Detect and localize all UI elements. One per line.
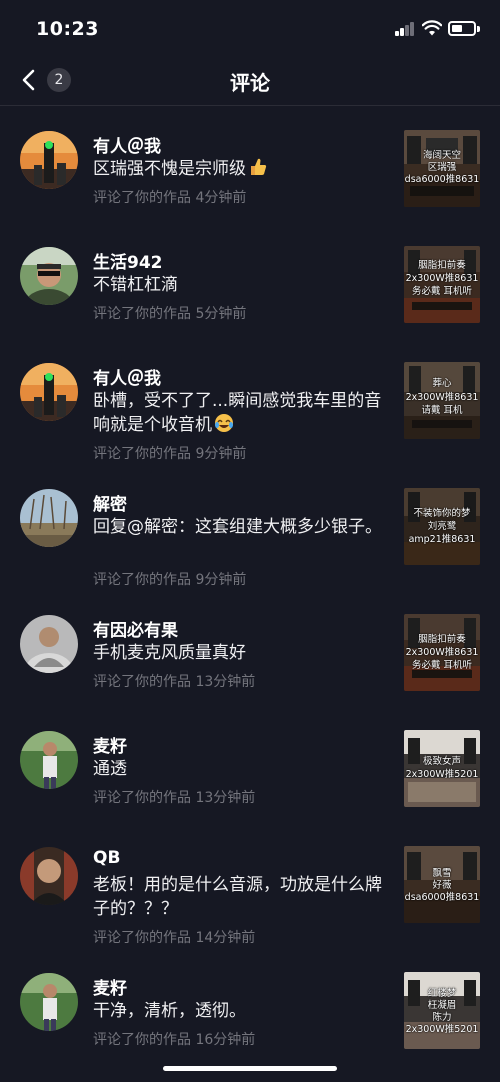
thumb-caption: 陈力 xyxy=(432,1012,452,1023)
commenter-name[interactable]: 有因必有果 xyxy=(93,616,178,641)
comment-item[interactable]: 生活942 不错杠杠滴 评论了你的作品 5分钟前 胭脂扣前奏 2x300W推86… xyxy=(0,240,500,358)
thumb-caption: 红楼梦 xyxy=(427,988,457,999)
laughing-crying-emoji-icon xyxy=(215,414,233,432)
comment-text: 回复@解密：这套组建大概多少银子。 xyxy=(93,517,382,537)
commenter-name[interactable]: 解密 xyxy=(93,490,127,515)
avatar[interactable] xyxy=(20,973,78,1031)
comment-meta: 评论了你的作品 4分钟前 xyxy=(93,190,247,206)
comment-text: 不错杠杠滴 xyxy=(93,275,178,295)
thumb-caption: 胭脂扣前奏 xyxy=(418,260,466,271)
avatar[interactable] xyxy=(20,731,78,789)
battery-icon xyxy=(448,21,480,36)
video-thumbnail[interactable]: 海阔天空 区瑞强 dsa6000推8631 xyxy=(404,130,480,207)
thumb-caption: 胭脂扣前奏 xyxy=(418,634,466,645)
nav-bar: 2 评论 xyxy=(0,60,500,106)
thumb-caption: 2x300W推8631 xyxy=(405,273,479,284)
thumb-caption: 2x300W推8631 xyxy=(405,647,479,658)
comments-screen: 10:23 2 评论 有人＠我 区瑞强不愧是宗师级 评论了你的作品 4分钟前 海… xyxy=(0,0,500,1082)
avatar[interactable] xyxy=(20,615,78,673)
thumb-caption: 区瑞强 xyxy=(427,162,457,173)
comment-meta: 评论了你的作品 9分钟前 xyxy=(93,572,247,588)
avatar[interactable] xyxy=(20,847,78,905)
home-indicator[interactable] xyxy=(163,1066,337,1071)
comment-text: 老板！用的是什么音源，功放是什么牌子的？？？ xyxy=(93,875,382,919)
thumb-caption: amp21推8631 xyxy=(408,534,476,545)
commenter-name[interactable]: 麦籽 xyxy=(93,732,127,757)
comment-item[interactable]: 麦籽 干净，清析，透彻。 评论了你的作品 16分钟前 红楼梦 枉凝眉 陈力 2x… xyxy=(0,966,500,1082)
video-thumbnail[interactable]: 极致女声 2x300W推5201 xyxy=(404,730,480,807)
thumb-caption: 好薇 xyxy=(432,880,452,891)
avatar[interactable] xyxy=(20,363,78,421)
comment-item[interactable]: 麦籽 通透 评论了你的作品 13分钟前 极致女声 2x300W推5201 xyxy=(0,724,500,842)
comment-item[interactable]: 解密 回复@解密：这套组建大概多少银子。 评论了你的作品 9分钟前 不装饰你的梦… xyxy=(0,482,500,600)
avatar[interactable] xyxy=(20,131,78,189)
comment-item[interactable]: QB 老板！用的是什么音源，功放是什么牌子的？？？ 评论了你的作品 14分钟前 … xyxy=(0,840,500,958)
comment-meta: 评论了你的作品 9分钟前 xyxy=(93,446,247,462)
comment-item[interactable]: 有人＠我 区瑞强不愧是宗师级 评论了你的作品 4分钟前 海阔天空 区瑞强 dsa… xyxy=(0,124,500,242)
commenter-name[interactable]: 生活942 xyxy=(93,248,163,273)
commenter-name[interactable]: QB xyxy=(93,848,120,868)
comment-text-body: 卧槽，受不了了...瞬间感觉我车里的音响就是个收音机 xyxy=(93,391,382,435)
cellular-signal-icon xyxy=(395,22,415,36)
thumb-caption: dsa6000推8631 xyxy=(404,892,480,903)
commenter-name[interactable]: 麦籽 xyxy=(93,974,127,999)
comment-item[interactable]: 有因必有果 手机麦克风质量真好 评论了你的作品 13分钟前 胭脂扣前奏 2x30… xyxy=(0,608,500,726)
comment-meta: 评论了你的作品 16分钟前 xyxy=(93,1032,256,1048)
thumb-caption: 刘亮鹭 xyxy=(427,521,457,532)
thumb-caption: 葬心 xyxy=(432,378,452,389)
commenter-name[interactable]: 有人＠我 xyxy=(93,364,161,389)
thumb-caption: 务必戴 耳机听 xyxy=(411,286,473,297)
video-thumbnail[interactable]: 红楼梦 枉凝眉 陈力 2x300W推5201 xyxy=(404,972,480,1049)
wifi-icon xyxy=(422,20,442,36)
comment-text: 干净，清析，透彻。 xyxy=(93,1001,246,1021)
thumb-caption: 不装饰你的梦 xyxy=(413,508,471,519)
commenter-name[interactable]: 有人＠我 xyxy=(93,132,161,157)
avatar[interactable] xyxy=(20,489,78,547)
video-thumbnail[interactable]: 胭脂扣前奏 2x300W推8631 务必戴 耳机听 xyxy=(404,614,480,691)
comment-text: 卧槽，受不了了...瞬间感觉我车里的音响就是个收音机 xyxy=(93,389,393,437)
video-thumbnail[interactable]: 不装饰你的梦 刘亮鹭 amp21推8631 xyxy=(404,488,480,565)
video-thumbnail[interactable]: 葬心 2x300W推8631 请戴 耳机 xyxy=(404,362,480,439)
status-time: 10:23 xyxy=(36,18,99,40)
video-thumbnail[interactable]: 飘雪 好薇 dsa6000推8631 xyxy=(404,846,480,923)
status-bar: 10:23 xyxy=(0,0,500,60)
thumb-caption: 飘雪 xyxy=(432,868,452,879)
avatar[interactable] xyxy=(20,247,78,305)
comment-item[interactable]: 有人＠我 卧槽，受不了了...瞬间感觉我车里的音响就是个收音机 评论了你的作品 … xyxy=(0,356,500,474)
thumb-caption: 2x300W推5201 xyxy=(405,769,479,780)
comment-meta: 评论了你的作品 5分钟前 xyxy=(93,306,247,322)
thumb-caption: 2x300W推8631 xyxy=(405,392,479,403)
comment-text: 区瑞强不愧是宗师级 xyxy=(93,157,393,181)
thumbs-up-emoji-icon xyxy=(251,158,267,175)
thumb-caption: dsa6000推8631 xyxy=(404,174,480,185)
comment-text: 手机麦克风质量真好 xyxy=(93,643,246,663)
comment-meta: 评论了你的作品 13分钟前 xyxy=(93,674,256,690)
comment-text-body: 区瑞强不愧是宗师级 xyxy=(93,159,246,179)
thumb-caption: 务必戴 耳机听 xyxy=(411,660,473,671)
page-title: 评论 xyxy=(230,71,270,95)
thumb-caption: 枉凝眉 xyxy=(427,1000,457,1011)
thumb-caption: 2x300W推5201 xyxy=(405,1024,479,1035)
comment-text: 通透 xyxy=(93,759,127,779)
thumb-caption: 极致女声 xyxy=(422,756,461,767)
comment-meta: 评论了你的作品 13分钟前 xyxy=(93,790,256,806)
comment-meta: 评论了你的作品 14分钟前 xyxy=(93,930,256,946)
thumb-caption: 请戴 耳机 xyxy=(421,405,463,416)
thumb-caption: 海阔天空 xyxy=(422,150,461,161)
video-thumbnail[interactable]: 胭脂扣前奏 2x300W推8631 务必戴 耳机听 xyxy=(404,246,480,323)
